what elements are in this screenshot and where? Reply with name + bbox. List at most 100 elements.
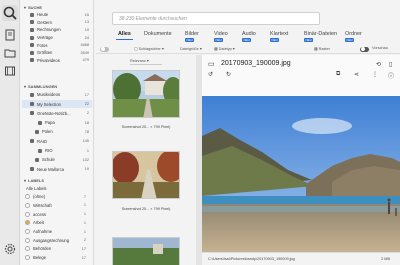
collection-item[interactable]: Polen 78	[22, 128, 92, 136]
new-badge: NEU	[345, 37, 355, 42]
more-options-icon[interactable]: ⋮	[372, 71, 378, 78]
chevron-down-icon: ▾	[24, 5, 27, 10]
documents-rail-icon[interactable]	[4, 29, 16, 41]
saved-search-icon	[30, 20, 34, 25]
collection-icon	[30, 139, 34, 144]
saved-search-item[interactable]: Privatvideos 479	[22, 57, 92, 65]
collection-icon	[30, 92, 34, 97]
result-thumbnail[interactable]	[112, 237, 180, 265]
collection-icon	[38, 148, 42, 153]
tab-dokumente[interactable]: Dokumente	[144, 31, 172, 37]
preview-pane: ▭ 20170903_190009.jpg ⟲ ▯ ↺ ↻ ⧉ ⋖ ⋮ ⓘ C:…	[202, 55, 400, 265]
icon-rail	[0, 0, 20, 265]
calendar-icon: ▦	[214, 47, 218, 51]
collection-item[interactable]: Schule 102	[22, 156, 92, 164]
folder-rail-icon[interactable]	[4, 47, 16, 59]
preview-toggle[interactable]	[360, 46, 369, 52]
saved-search-icon	[30, 35, 34, 40]
preview-image	[202, 96, 400, 252]
collection-item[interactable]: Papa 18	[22, 119, 92, 127]
settings-gear-icon[interactable]	[4, 243, 16, 255]
label-item[interactable]: Wirtschaft 1	[22, 202, 92, 210]
label-color-dot	[25, 246, 30, 252]
saved-search-item[interactable]: Fotos 4668	[22, 41, 92, 49]
type-tabs: Alles Dokumente Bilder NEU Video NEU Audio NEU K…	[112, 31, 400, 43]
lock-icon: ▢	[134, 47, 138, 51]
open-external-icon[interactable]: ⧉	[336, 71, 340, 78]
label-item[interactable]: Aufnahme 1	[22, 228, 92, 236]
collection-icon	[38, 120, 42, 125]
rotate-left-icon[interactable]: ↺	[208, 71, 213, 78]
rotate-right-icon[interactable]: ↻	[226, 71, 231, 78]
search-section-heading[interactable]: ▾ SUCHE	[24, 5, 42, 10]
collection-item[interactable]: Musikvideos 17	[22, 91, 92, 99]
sort-select[interactable]: Relevanz ▾	[130, 58, 162, 65]
tab-bilder[interactable]: Bilder NEU	[185, 31, 199, 42]
collection-item[interactable]: RAID 145	[22, 138, 92, 146]
share-icon[interactable]: ⋖	[354, 71, 359, 78]
search-input[interactable]: 38.230 Elemente durchsuchen	[112, 12, 320, 25]
label-item[interactable]: access 1	[22, 210, 92, 218]
info-icon[interactable]: ⓘ	[388, 71, 394, 80]
label-item[interactable]: Ausgangsrechnung 2	[22, 237, 92, 245]
saved-search-item[interactable]: Heute 15	[22, 11, 92, 19]
chevron-down-icon: ▾	[24, 178, 27, 183]
results-grid: Relevanz ▾ Screenshot 20... × 799 Pixel)…	[96, 55, 196, 265]
tab-ordner[interactable]: Ordner NEU	[345, 31, 362, 42]
pin-icon[interactable]: ▯	[389, 61, 392, 68]
collection-item[interactable]: My Selection 22	[22, 100, 92, 108]
tab-klartext[interactable]: Klartext NEU	[270, 31, 288, 42]
label-color-dot	[25, 202, 30, 208]
raster-toggle[interactable]: ▦ Raster	[314, 46, 330, 51]
collections-section-heading[interactable]: ▾ SAMMLUNGEN	[24, 84, 57, 89]
label-item[interactable]: Arbeit 1	[22, 219, 92, 227]
date-filter[interactable]: ▦ Datetyp ▾	[214, 46, 235, 51]
tab-alles[interactable]: Alles	[116, 31, 133, 40]
preview-status-bar: C:\Users\Isst\Pictures\bandy\20170903_19…	[202, 252, 400, 265]
grid-icon: ▦	[314, 47, 318, 51]
label-item[interactable]: (ohne) 7	[22, 193, 92, 201]
new-badge: NEU	[270, 37, 280, 42]
saved-search-icon	[30, 58, 34, 63]
result-thumbnail[interactable]	[112, 70, 180, 118]
new-badge: NEU	[185, 37, 195, 42]
result-thumbnail[interactable]	[112, 151, 180, 199]
label-color-dot	[25, 220, 30, 226]
preview-filename: 20170903_190009.jpg	[221, 60, 291, 67]
thumbnail-caption: Screenshot 20... × 799 Pixel)	[121, 125, 171, 129]
saved-search-item[interactable]: Gestern 13	[22, 19, 92, 27]
media-rail-icon[interactable]	[4, 65, 16, 77]
label-item[interactable]: Behörden 17	[22, 245, 92, 253]
collection-item[interactable]: RIO 1	[22, 147, 92, 155]
tab-binär-dateien[interactable]: Binär-Dateien NEU	[304, 31, 337, 42]
sidebar: ▾ SUCHE Heute 15 Gestern 13 Rechnungen 19 Vert…	[20, 0, 94, 265]
saved-search-icon	[30, 50, 34, 55]
labels-section-heading[interactable]: ▾ LABELS	[24, 178, 44, 183]
collection-item[interactable]: OneNote-Notizb... 2	[22, 110, 92, 118]
saved-search-icon	[30, 27, 34, 32]
collection-item[interactable]: Neue Mallorca 19	[22, 165, 92, 173]
copy-icon[interactable]: ⟲	[376, 61, 381, 68]
filter-bar: ▢ Schlagwörter ▾ Dateigröße ▾ ▦ Datetyp …	[96, 44, 400, 54]
saved-search-item[interactable]: Größten 3549	[22, 49, 92, 57]
keywords-filter[interactable]: ▢ Schlagwörter ▾	[134, 46, 164, 51]
label-color-dot	[25, 255, 30, 261]
thumbnail-caption: Screenshot 20... × 799 Pixel)	[121, 207, 171, 211]
all-labels-item[interactable]: Alle Labels	[22, 185, 92, 193]
label-color-dot	[25, 194, 30, 200]
saved-search-item[interactable]: Verträge 24	[22, 34, 92, 42]
chevron-down-icon: ▾	[24, 84, 27, 89]
collection-icon	[30, 167, 34, 172]
saved-search-item[interactable]: Rechnungen 19	[22, 26, 92, 34]
filter-toggle[interactable]	[100, 46, 109, 52]
label-item[interactable]: Belege 17	[22, 254, 92, 262]
filesize-filter[interactable]: Dateigröße ▾	[180, 46, 202, 51]
tab-audio[interactable]: Audio NEU	[242, 31, 256, 42]
label-color-dot	[25, 229, 30, 235]
saved-search-icon	[30, 12, 34, 17]
saved-search-icon	[30, 43, 34, 48]
tab-video[interactable]: Video NEU	[214, 31, 228, 42]
collection-icon	[30, 111, 34, 116]
collection-icon	[35, 129, 39, 134]
search-rail-icon[interactable]	[2, 5, 18, 21]
